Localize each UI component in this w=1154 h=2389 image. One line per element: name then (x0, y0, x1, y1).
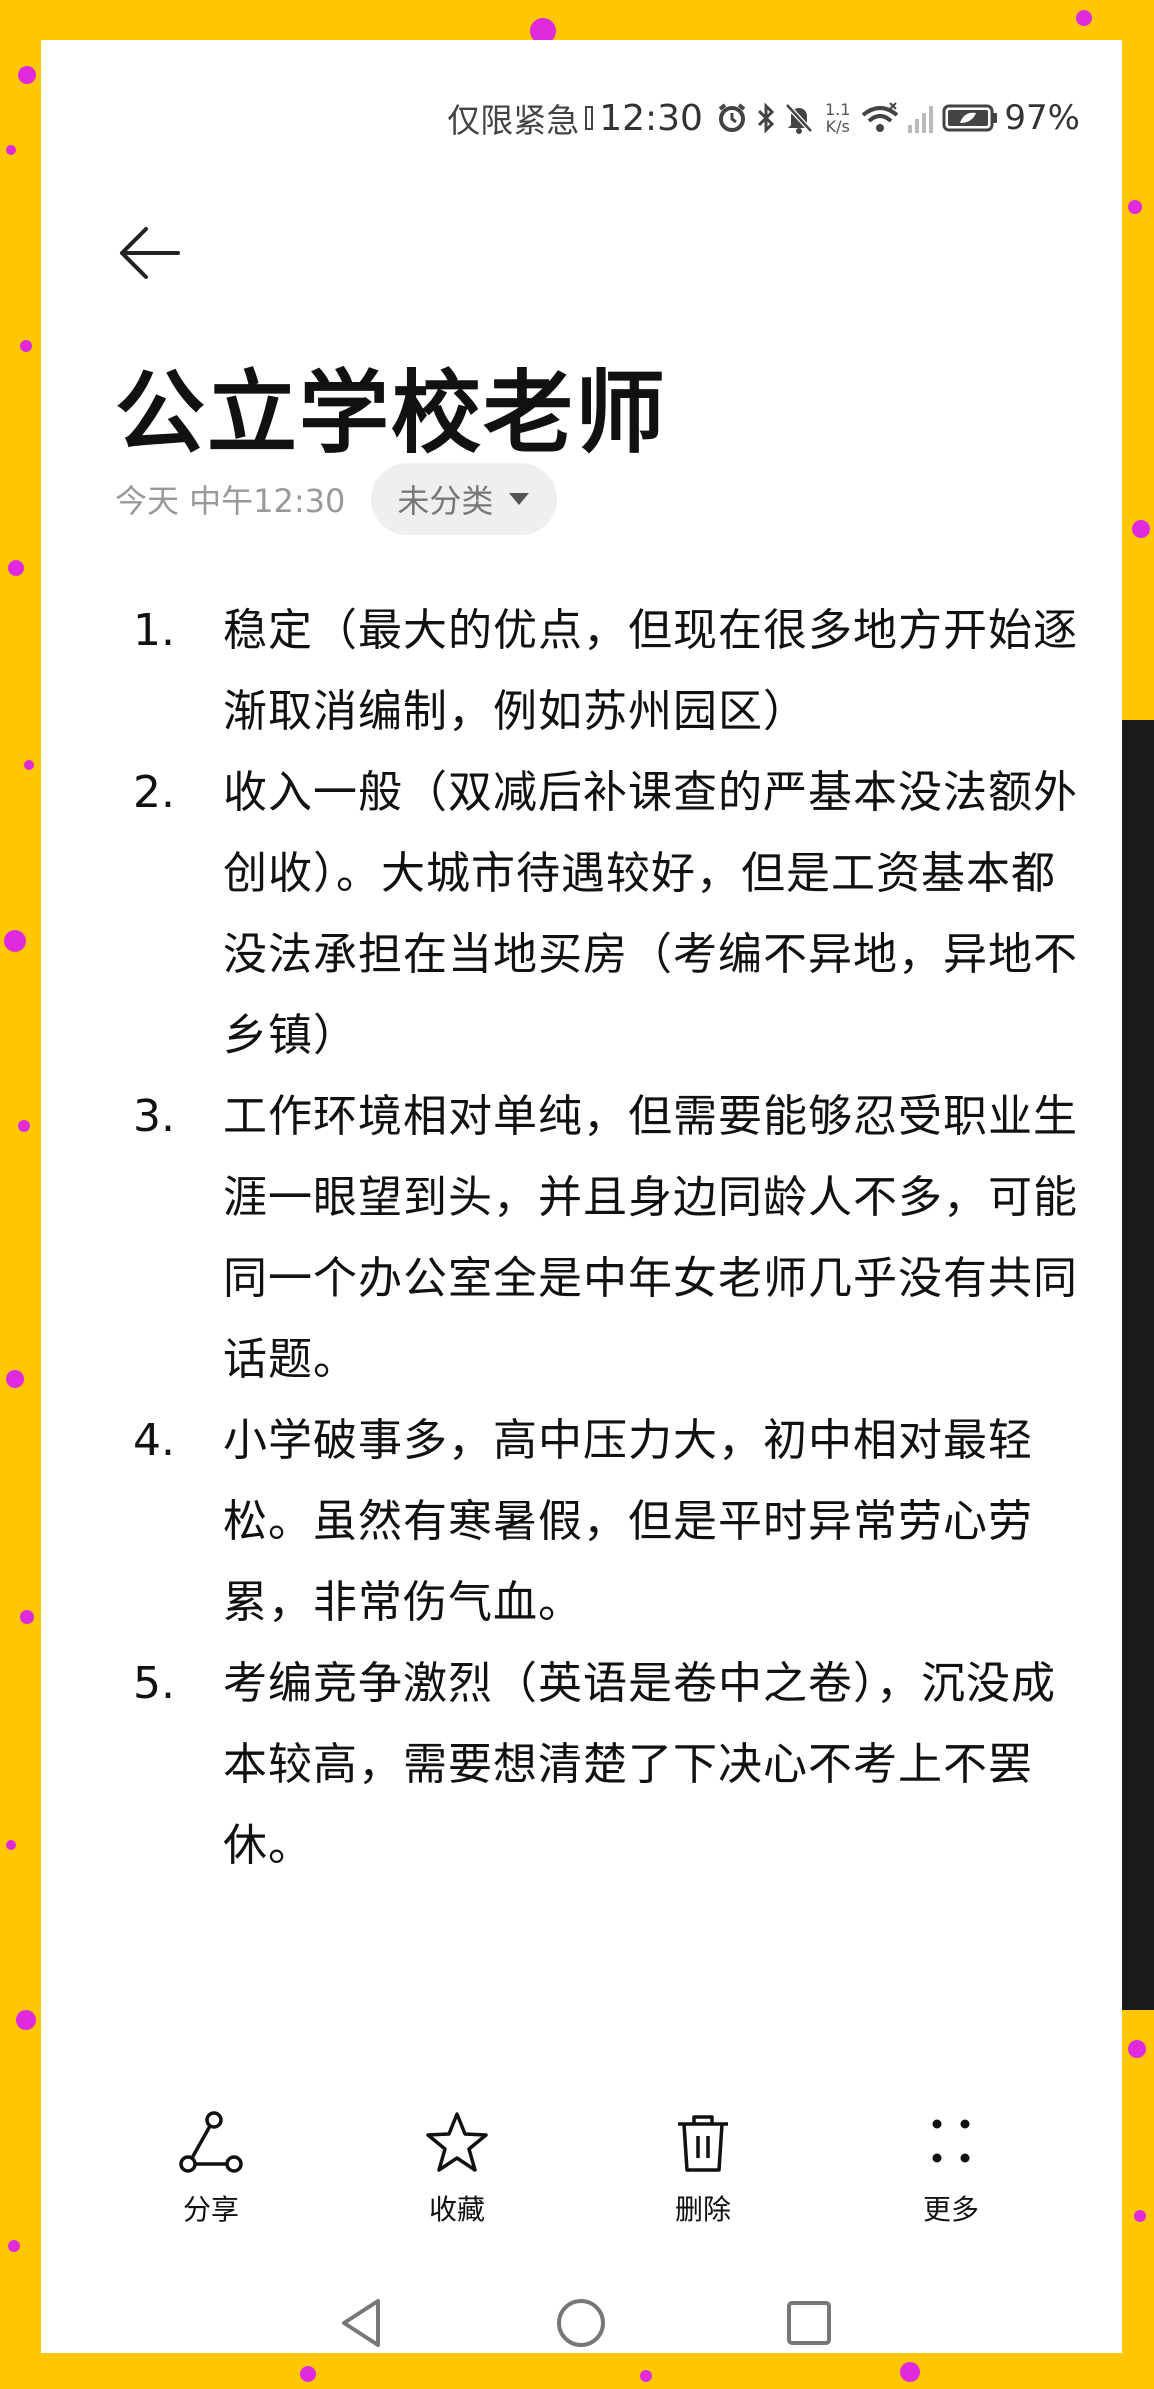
list-text: 小学破事多，高中压力大，初中相对最轻松。虽然有寒暑假，但是平时异常劳心劳累，非常… (223, 1415, 1033, 1628)
list-item: 4. 小学破事多，高中压力大，初中相对最轻松。虽然有寒暑假，但是平时异常劳心劳累，… (133, 1400, 1083, 1643)
favorite-button[interactable]: 收藏 (387, 2110, 527, 2228)
carrier-text: 仅限紧急 (447, 101, 580, 140)
list-text: 考编竞争激烈（英语是卷中之卷），沉没成本较高，需要想清楚了下决心不考上不罢休。 (223, 1658, 1056, 1871)
note-content[interactable]: 1. 稳定（最大的优点，但现在很多地方开始逐渐取消编制，例如苏州园区） 2. 收入一… (133, 590, 1083, 1886)
battery-percent: 97% (1004, 98, 1080, 138)
bluetooth-icon (755, 101, 777, 135)
list-item: 1. 稳定（最大的优点，但现在很多地方开始逐渐取消编制，例如苏州园区） (133, 590, 1083, 752)
list-number: 4. (133, 1415, 175, 1466)
triangle-back-icon (336, 2295, 386, 2353)
nav-home-button[interactable] (541, 2285, 621, 2353)
status-bar: 仅限紧急 12:30 1.1 K/s 97% (447, 88, 1080, 148)
four-dots-icon (918, 2110, 984, 2180)
net-speed: 1.1 K/s (825, 101, 850, 135)
net-speed-unit: K/s (825, 117, 850, 136)
net-speed-value: 1.1 (824, 100, 851, 119)
bottom-toolbar: 分享 收藏 删除 更多 (41, 2110, 1122, 2240)
list-item: 5. 考编竞争激烈（英语是卷中之卷），沉没成本较高，需要想清楚了下决心不考上不罢休… (133, 1643, 1083, 1886)
more-label: 更多 (922, 2193, 979, 2226)
list-number: 5. (133, 1658, 175, 1709)
star-icon (424, 2110, 490, 2180)
category-label: 未分类 (397, 482, 494, 520)
notes-screen: 仅限紧急 12:30 1.1 K/s 97% 公立学校老师 今天 中午12:30… (41, 40, 1122, 2353)
mute-bell-icon (783, 101, 815, 135)
status-time: 12:30 (599, 97, 703, 139)
back-button[interactable] (115, 220, 185, 290)
caret-down-icon (509, 493, 530, 505)
nav-recent-button[interactable] (769, 2285, 849, 2353)
note-title: 公立学校老师 (115, 361, 667, 466)
battery-icon (942, 101, 998, 135)
share-button[interactable]: 分享 (141, 2110, 281, 2228)
arrow-left-icon (118, 223, 182, 287)
note-date: 今天 中午12:30 (115, 482, 346, 520)
list-text: 稳定（最大的优点，但现在很多地方开始逐渐取消编制，例如苏州园区） (223, 605, 1078, 737)
delete-button[interactable]: 删除 (633, 2110, 773, 2228)
category-dropdown[interactable]: 未分类 (371, 463, 558, 535)
circle-home-icon (553, 2295, 609, 2353)
list-item: 2. 收入一般（双减后补课查的严基本没法额外创收）。大城市待遇较好，但是工资基本都… (133, 752, 1083, 1076)
note-meta: 今天 中午12:30 未分类 (115, 463, 558, 535)
wifi-icon (860, 101, 900, 135)
alarm-icon (715, 101, 749, 135)
more-button[interactable]: 更多 (881, 2110, 1021, 2228)
list-text: 工作环境相对单纯，但需要能够忍受职业生涯一眼望到头，并且身边同龄人不多，可能同一… (223, 1091, 1078, 1385)
square-recent-icon (783, 2297, 835, 2353)
favorite-label: 收藏 (428, 2193, 485, 2226)
system-navigation-bar (41, 2285, 1122, 2353)
list-item: 3. 工作环境相对单纯，但需要能够忍受职业生涯一眼望到头，并且身边同龄人不多，可能… (133, 1076, 1083, 1400)
share-nodes-icon (178, 2110, 244, 2180)
list-number: 1. (133, 605, 175, 656)
nav-back-button[interactable] (321, 2285, 401, 2353)
list-number: 3. (133, 1091, 175, 1142)
list-text: 收入一般（双减后补课查的严基本没法额外创收）。大城市待遇较好，但是工资基本都没法… (223, 767, 1078, 1061)
signal-icon (906, 101, 936, 135)
list-number: 2. (133, 767, 175, 818)
share-label: 分享 (182, 2193, 239, 2226)
delete-label: 删除 (674, 2193, 731, 2226)
trash-icon (670, 2110, 736, 2180)
sim-icon (585, 105, 594, 131)
